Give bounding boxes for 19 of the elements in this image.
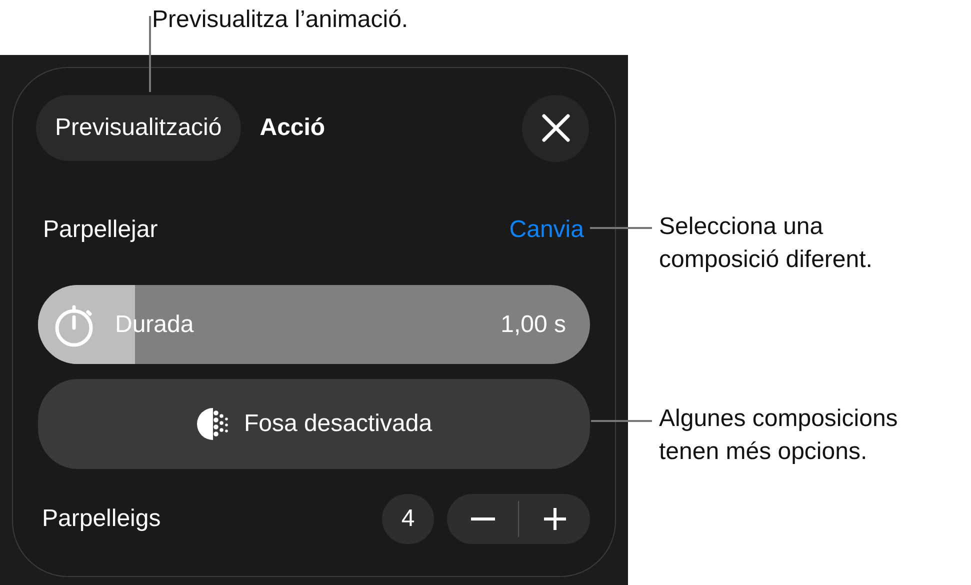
leader-line xyxy=(591,420,652,422)
minus-icon xyxy=(470,517,494,521)
count-value: 4 xyxy=(382,494,434,544)
close-icon xyxy=(542,114,570,142)
blur-button[interactable]: Fosa desactivada xyxy=(38,379,590,469)
change-link[interactable]: Canvia xyxy=(509,216,584,244)
count-label: Parpelleigs xyxy=(42,505,161,533)
effect-name: Parpellejar xyxy=(43,216,158,244)
callout-text: Selecciona una composició diferent. xyxy=(659,212,872,275)
duration-slider[interactable]: Durada 1,00 s xyxy=(38,285,590,364)
tab[interactable]: Previsualització xyxy=(36,95,241,161)
duration-value: 1,00 s xyxy=(500,310,566,338)
tab[interactable]: Acció xyxy=(240,95,344,161)
leader-line xyxy=(590,227,652,228)
duration-label: Durada xyxy=(115,310,195,338)
callout-text: Previsualitza l’animació. xyxy=(152,5,408,35)
plus-icon xyxy=(544,508,566,530)
blur-icon xyxy=(196,407,230,441)
callout-text: Algunes composicions tenen més opcions. xyxy=(659,404,898,467)
